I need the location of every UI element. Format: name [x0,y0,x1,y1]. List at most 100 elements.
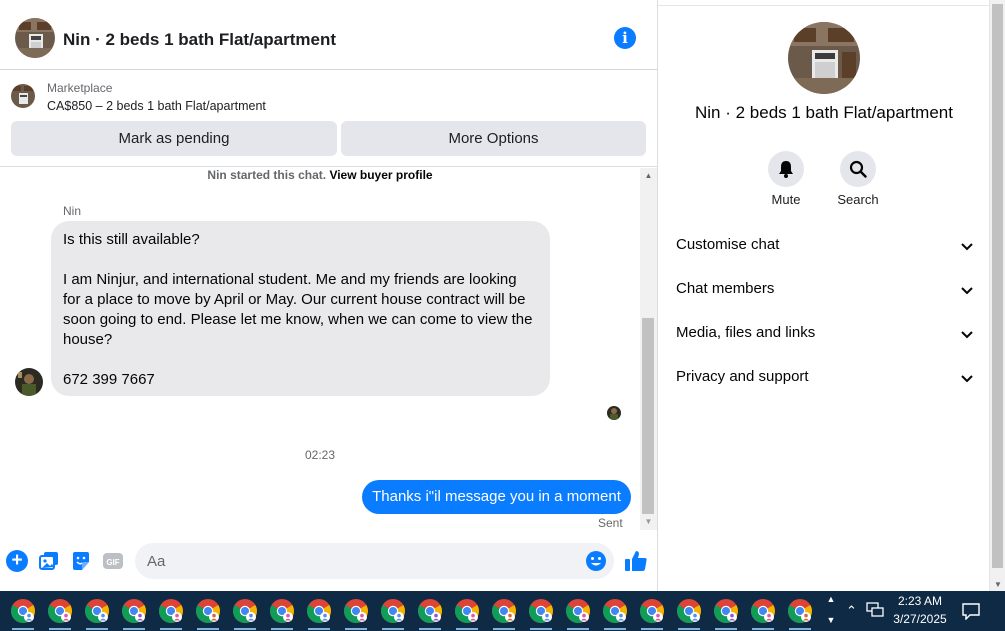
scroll-up-arrow-icon[interactable]: ▲ [640,170,657,182]
sender-avatar[interactable] [15,368,43,396]
running-indicator [12,628,34,630]
running-indicator [604,628,626,630]
chevron-down-icon [961,243,973,251]
marketplace-label: Marketplace [47,81,113,95]
media-files-links-section[interactable]: Media, files and links [676,324,974,348]
gif-label: GIF [106,558,119,567]
chrome-icon[interactable] [454,598,480,630]
conversation-info-panel: Nin · 2 beds 1 bath Flat/apartment Mute … [659,6,989,591]
clock-time[interactable]: 2:23 AM [890,594,950,608]
chrome-icon[interactable] [195,598,221,630]
show-hidden-icons-icon[interactable]: ⌃ [846,603,857,619]
app-window: Nin · 2 beds 1 bath Flat/apartment i Mar… [0,0,1005,631]
privacy-support-section[interactable]: Privacy and support [676,368,974,392]
outgoing-message[interactable]: Thanks i"il message you in a moment [362,480,631,514]
chrome-icon[interactable] [750,598,776,630]
chrome-icon[interactable] [676,598,702,630]
seen-receipt-avatar [607,406,621,420]
chat-title: Nin · 2 beds 1 bath Flat/apartment [63,30,336,49]
chrome-icon[interactable] [417,598,443,630]
running-indicator [123,628,145,630]
chrome-icon[interactable] [343,598,369,630]
running-indicator [197,628,219,630]
running-indicator [789,628,811,630]
more-options-button[interactable]: More Options [341,121,646,156]
chat-scrollbar[interactable]: ▲ ▼ [640,168,657,530]
taskbar-scroll-up-icon[interactable]: ▲ [822,594,840,604]
windows-taskbar: ▲ ▼ ⌃ 2:23 AM 3/27/2025 [0,591,1005,631]
page-scroll-thumb[interactable] [992,4,1003,568]
message-input[interactable] [147,543,577,579]
info-icon[interactable]: i [614,27,636,49]
view-buyer-profile-link[interactable]: View buyer profile [329,168,432,182]
chrome-icon[interactable] [602,598,628,630]
network-icon[interactable] [866,602,884,618]
chrome-icon[interactable] [269,598,295,630]
search-label: Search [837,192,879,207]
plus-icon[interactable]: + [6,550,28,572]
chrome-icon[interactable] [84,598,110,630]
gif-icon[interactable]: GIF [102,550,124,572]
mute-label: Mute [771,192,801,207]
chrome-icon[interactable] [639,598,665,630]
listing-price-title[interactable]: CA$850 – 2 beds 1 bath Flat/apartment [47,99,266,113]
chrome-icon[interactable] [491,598,517,630]
section-label: Privacy and support [676,368,809,385]
chat-started-text: Nin started this chat. [207,168,327,182]
incoming-message[interactable]: Is this still available? I am Ninjur, an… [51,221,550,396]
running-indicator [715,628,737,630]
sticker-icon[interactable] [70,550,92,572]
chat-scroll-thumb[interactable] [642,318,654,514]
taskbar-scroll-down-icon[interactable]: ▼ [822,615,840,625]
page-scroll-down-icon[interactable]: ▼ [990,580,1005,589]
search-action[interactable]: Search [828,151,888,207]
chrome-icon[interactable] [380,598,406,630]
chevron-down-icon [961,375,973,383]
listing-thumbnail[interactable] [11,84,35,108]
running-indicator [86,628,108,630]
chrome-icon[interactable] [713,598,739,630]
notification-icon[interactable] [962,602,980,620]
chevron-down-icon [961,287,973,295]
running-indicator [271,628,293,630]
chrome-icon[interactable] [232,598,258,630]
chat-members-section[interactable]: Chat members [676,280,974,304]
running-indicator [493,628,515,630]
chrome-icon[interactable] [121,598,147,630]
section-label: Customise chat [676,236,780,253]
taskbar-apps [0,591,822,631]
running-indicator [345,628,367,630]
listing-avatar[interactable] [15,18,55,58]
running-indicator [49,628,71,630]
chat-started-notice: Nin started this chat. View buyer profil… [0,168,640,182]
chrome-icon[interactable] [47,598,73,630]
scroll-down-arrow-icon[interactable]: ▼ [640,516,657,528]
chat-header: Nin · 2 beds 1 bath Flat/apartment i [0,6,658,70]
chrome-icon[interactable] [306,598,332,630]
emoji-icon[interactable] [585,550,607,572]
chrome-icon[interactable] [158,598,184,630]
mark-as-pending-button[interactable]: Mark as pending [11,121,337,156]
chrome-icon[interactable] [787,598,813,630]
running-indicator [641,628,663,630]
page-scrollbar[interactable]: ▼ [989,0,1005,591]
section-label: Media, files and links [676,324,816,341]
running-indicator [308,628,330,630]
thumbs-up-icon[interactable] [624,549,648,573]
clock-date[interactable]: 3/27/2025 [890,612,950,626]
conversation-avatar[interactable] [788,22,860,94]
taskbar-scroll[interactable]: ▲ ▼ [822,591,840,631]
chrome-icon[interactable] [10,598,36,630]
sender-name: Nin [63,204,82,218]
customise-chat-section[interactable]: Customise chat [676,236,974,260]
incoming-line-3: 672 399 7667 [63,371,155,388]
mute-action[interactable]: Mute [756,151,816,207]
chrome-icon[interactable] [565,598,591,630]
chrome-icon[interactable] [528,598,554,630]
marketplace-card: Marketplace CA$850 – 2 beds 1 bath Flat/… [0,71,658,167]
search-icon[interactable] [840,151,876,187]
chat-panel: Nin · 2 beds 1 bath Flat/apartment i Mar… [0,0,658,591]
chevron-down-icon [961,331,973,339]
bell-icon[interactable] [768,151,804,187]
photo-icon[interactable] [38,550,60,572]
